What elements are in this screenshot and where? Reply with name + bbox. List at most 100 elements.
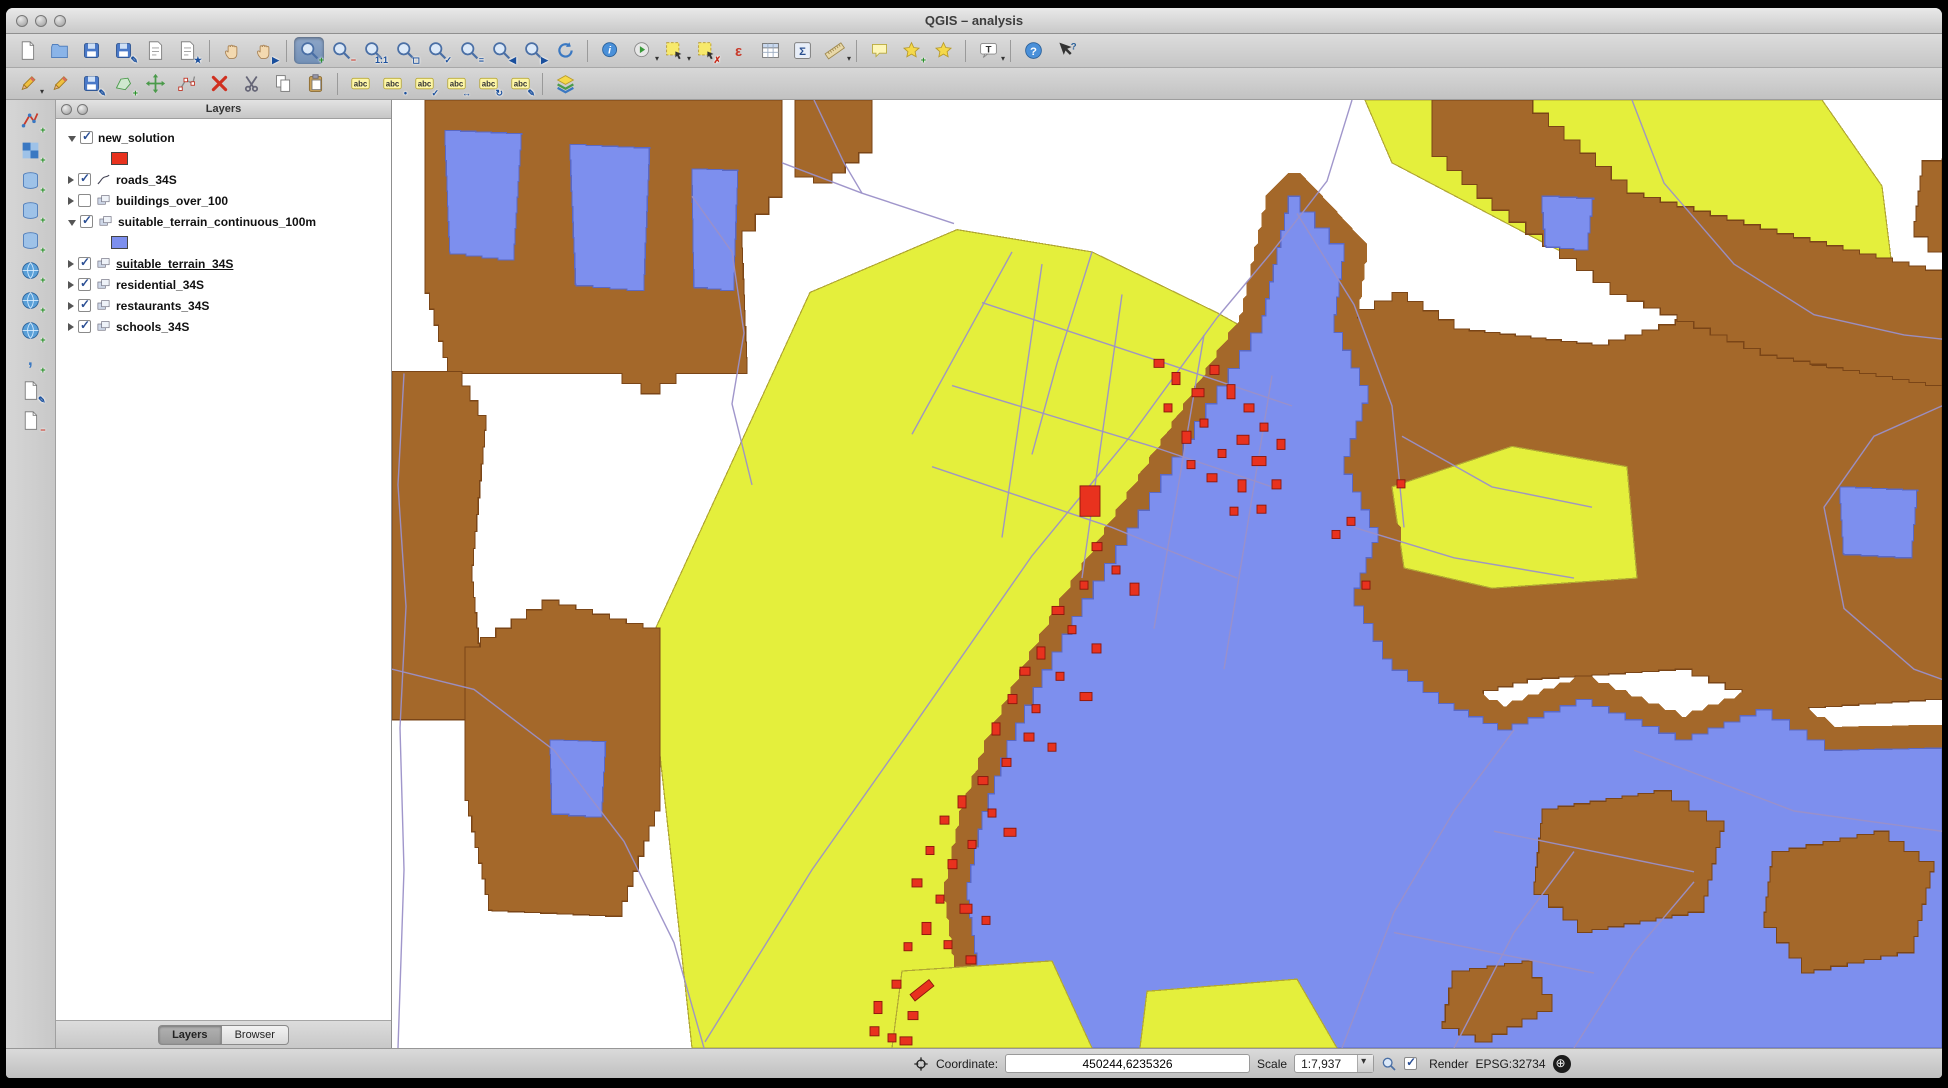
- disclosure-triangle-icon[interactable]: [68, 260, 74, 268]
- map-canvas[interactable]: [392, 100, 1942, 1048]
- disclosure-triangle-icon[interactable]: [68, 323, 74, 331]
- whats-this-button[interactable]: [1050, 37, 1080, 64]
- new-print-composer-button[interactable]: [140, 37, 170, 64]
- disclosure-triangle-icon[interactable]: [68, 302, 74, 310]
- add-mssql-layer-button[interactable]: +: [16, 227, 46, 254]
- zoom-last-button[interactable]: ◀: [486, 37, 516, 64]
- layer-item-schools_34S[interactable]: schools_34S: [56, 316, 391, 337]
- layer-visibility-checkbox[interactable]: [80, 131, 93, 144]
- zoom-full-button[interactable]: ◻: [390, 37, 420, 64]
- toggle-editing-button[interactable]: [44, 70, 74, 97]
- add-wms-layer-button[interactable]: +: [16, 257, 46, 284]
- zoom-out-button[interactable]: −: [326, 37, 356, 64]
- zoom-to-layer-button[interactable]: ≡: [454, 37, 484, 64]
- panel-close-icon[interactable]: [61, 104, 72, 115]
- node-tool-button[interactable]: [172, 70, 202, 97]
- symbol-swatch[interactable]: [111, 236, 128, 249]
- identify-features-button[interactable]: [595, 37, 625, 64]
- show-bookmarks-button[interactable]: [928, 37, 958, 64]
- layer-item-residential_34S[interactable]: residential_34S: [56, 274, 391, 295]
- open-project-button[interactable]: [44, 37, 74, 64]
- field-calculator-button[interactable]: [787, 37, 817, 64]
- refresh-map-button[interactable]: [550, 37, 580, 64]
- disclosure-triangle-icon[interactable]: [68, 197, 74, 205]
- zoom-window-button[interactable]: [54, 15, 66, 27]
- layer-item-suitable_terrain_34S[interactable]: suitable_terrain_34S: [56, 253, 391, 274]
- add-postgis-layer-button[interactable]: +: [16, 167, 46, 194]
- layer-visibility-checkbox[interactable]: [80, 215, 93, 228]
- new-shapefile-layer-button[interactable]: ✎: [16, 377, 46, 404]
- text-annotation-dropdown-icon[interactable]: ▾: [1001, 54, 1005, 63]
- move-feature-button[interactable]: [140, 70, 170, 97]
- save-layer-edits-button[interactable]: ✎: [76, 70, 106, 97]
- composer-manager-button[interactable]: ★: [172, 37, 202, 64]
- add-spatialite-layer-button[interactable]: +: [16, 197, 46, 224]
- zoom-native-button[interactable]: 1:1: [358, 37, 388, 64]
- scale-magnifier-icon[interactable]: [1381, 1056, 1397, 1072]
- disclosure-triangle-icon[interactable]: [68, 281, 74, 289]
- deselect-features-button[interactable]: ✗: [691, 37, 721, 64]
- delete-selected-button[interactable]: [204, 70, 234, 97]
- coordinate-input[interactable]: [1005, 1054, 1250, 1073]
- remove-layer-button[interactable]: −: [16, 407, 46, 434]
- layer-visibility-checkbox[interactable]: [78, 299, 91, 312]
- scale-combobox[interactable]: 1:7,937: [1294, 1054, 1374, 1073]
- save-project-as-button[interactable]: ✎: [108, 37, 138, 64]
- zoom-next-button[interactable]: ▶: [518, 37, 548, 64]
- add-raster-layer-button[interactable]: +: [16, 137, 46, 164]
- layer-visibility-checkbox[interactable]: [78, 194, 91, 207]
- panel-float-icon[interactable]: [77, 104, 88, 115]
- pan-map-to-selection-button[interactable]: ▶: [249, 37, 279, 64]
- layer-item-restaurants_34S[interactable]: restaurants_34S: [56, 295, 391, 316]
- change-label-button[interactable]: ✎: [505, 70, 535, 97]
- disclosure-triangle-icon[interactable]: [68, 136, 76, 142]
- tab-layers[interactable]: Layers: [158, 1025, 221, 1045]
- text-annotation-button[interactable]: ▾: [973, 37, 1003, 64]
- pan-map-button[interactable]: [217, 37, 247, 64]
- open-attribute-table-button[interactable]: [755, 37, 785, 64]
- disclosure-triangle-icon[interactable]: [68, 176, 74, 184]
- zoom-in-button[interactable]: +: [294, 37, 324, 64]
- python-console-button[interactable]: [550, 70, 580, 97]
- highlight-labels-button[interactable]: ✓: [409, 70, 439, 97]
- pin-labels-button[interactable]: •: [377, 70, 407, 97]
- layer-visibility-checkbox[interactable]: [78, 278, 91, 291]
- copy-features-button[interactable]: [268, 70, 298, 97]
- add-delimited-text-layer-button[interactable]: +: [16, 347, 46, 374]
- run-feature-action-button[interactable]: ▾: [627, 37, 657, 64]
- layer-item-buildings_over_100[interactable]: buildings_over_100: [56, 190, 391, 211]
- new-project-button[interactable]: [12, 37, 42, 64]
- scale-dropdown-icon[interactable]: [1357, 1055, 1373, 1072]
- measure-line-dropdown-icon[interactable]: ▾: [847, 54, 851, 63]
- layer-visibility-checkbox[interactable]: [78, 173, 91, 186]
- layer-visibility-checkbox[interactable]: [78, 257, 91, 270]
- minimize-window-button[interactable]: [35, 15, 47, 27]
- measure-line-button[interactable]: ▾: [819, 37, 849, 64]
- select-by-expression-button[interactable]: [723, 37, 753, 64]
- add-wfs-layer-button[interactable]: +: [16, 317, 46, 344]
- labeling-button[interactable]: [345, 70, 375, 97]
- add-vector-layer-button[interactable]: +: [16, 107, 46, 134]
- help-contents-button[interactable]: [1018, 37, 1048, 64]
- add-wcs-layer-button[interactable]: +: [16, 287, 46, 314]
- coordinate-capture-icon[interactable]: [913, 1056, 929, 1072]
- rotate-label-button[interactable]: ↻: [473, 70, 503, 97]
- layer-item-new_solution[interactable]: new_solution: [56, 127, 391, 148]
- add-feature-button[interactable]: +: [108, 70, 138, 97]
- current-edits-button[interactable]: ▾: [12, 70, 42, 97]
- disclosure-triangle-icon[interactable]: [68, 220, 76, 226]
- close-window-button[interactable]: [16, 15, 28, 27]
- tab-browser[interactable]: Browser: [222, 1025, 289, 1045]
- zoom-to-selection-button[interactable]: ✓: [422, 37, 452, 64]
- select-features-button[interactable]: ▾: [659, 37, 689, 64]
- move-label-button[interactable]: ↔: [441, 70, 471, 97]
- cut-features-button[interactable]: [236, 70, 266, 97]
- render-checkbox[interactable]: [1404, 1057, 1417, 1070]
- paste-features-button[interactable]: [300, 70, 330, 97]
- layer-item-roads_34S[interactable]: roads_34S: [56, 169, 391, 190]
- crs-status-button[interactable]: [1553, 1055, 1571, 1073]
- save-project-button[interactable]: [76, 37, 106, 64]
- map-tips-button[interactable]: [864, 37, 894, 64]
- symbol-swatch[interactable]: [111, 152, 128, 165]
- layer-item-suitable_terrain_continuous_100m[interactable]: suitable_terrain_continuous_100m: [56, 211, 391, 232]
